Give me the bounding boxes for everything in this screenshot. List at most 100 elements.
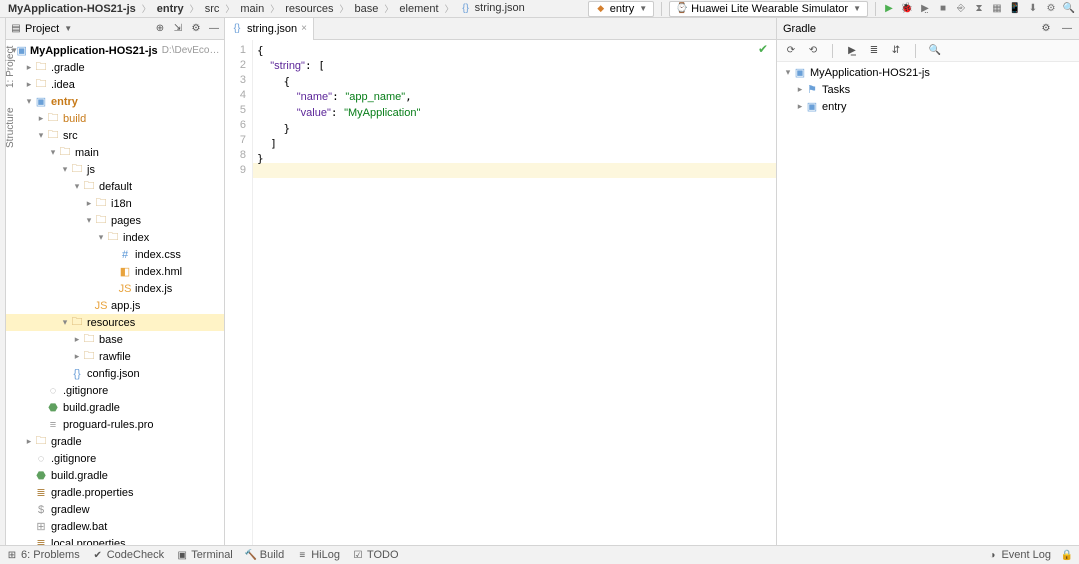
chevron-down-icon[interactable]: ▼ [64,24,72,33]
close-icon[interactable]: × [301,23,307,34]
toggle-offline-icon[interactable]: ⇵ [890,45,902,57]
twisty-icon[interactable]: ▾ [60,317,70,328]
twisty-icon[interactable]: ▸ [72,351,82,362]
tree-node[interactable]: $gradlew [6,501,224,518]
hide-icon[interactable]: — [1061,23,1073,35]
status-item[interactable]: ☑TODO [352,549,399,561]
twisty-icon[interactable]: ▸ [84,198,94,209]
event-log-button[interactable]: ◑ Event Log [986,549,1051,561]
status-item[interactable]: ▣Terminal [176,549,233,561]
breadcrumb-item[interactable]: element [395,2,442,16]
twisty-icon[interactable]: ▸ [72,334,82,345]
tree-node[interactable]: JSapp.js [6,297,224,314]
side-tab-structure[interactable]: Structure [5,107,16,148]
lock-icon[interactable]: 🔒 [1061,549,1073,561]
twisty-icon[interactable]: ▾ [60,164,70,175]
hide-icon[interactable]: — [208,23,220,35]
tree-node[interactable]: JSindex.js [6,280,224,297]
twisty-icon[interactable]: ▾ [48,147,58,158]
breadcrumb[interactable]: MyApplication-HOS21-js〉entry〉src〉main〉re… [4,1,529,16]
status-item[interactable]: ⊞6: Problems [6,549,80,561]
tree-node[interactable]: ▾🗀js [6,161,224,178]
profiler-icon[interactable]: ⧗ [973,3,985,15]
tree-node[interactable]: ◧index.hml [6,263,224,280]
tree-node[interactable]: ▸▣entry [777,98,1079,115]
tree-node[interactable]: ▸🗀.idea [6,76,224,93]
tree-node[interactable]: #index.css [6,246,224,263]
tree-node[interactable]: ≣local.properties [6,535,224,545]
tree-node[interactable]: ▸🗀rawfile [6,348,224,365]
tree-node[interactable]: ▾🗀index [6,229,224,246]
tree-node[interactable]: ▸🗀build [6,110,224,127]
tree-node[interactable]: {}config.json [6,365,224,382]
twisty-icon[interactable]: ▾ [24,96,34,107]
coverage-run-icon[interactable]: ▶̤ [919,3,931,15]
select-opened-icon[interactable]: ⊕ [154,23,166,35]
tree-node[interactable]: ▾🗀resources [6,314,224,331]
left-tool-stripe[interactable]: 1: Project Structure [0,18,6,545]
tree-node[interactable]: ◌.gitignore [6,382,224,399]
twisty-icon[interactable]: ▾ [36,130,46,141]
tree-node[interactable]: ▸⚑Tasks [777,81,1079,98]
tree-node[interactable]: ▾▣MyApplication-HOS21-jsD:\DevEcoStudio\… [6,42,224,59]
sync-icon[interactable]: ⟳ [785,45,797,57]
tree-node[interactable]: ▾🗀default [6,178,224,195]
run-config-selector[interactable]: ◆ entry ▼ [588,1,654,17]
tree-node[interactable]: ▾▣entry [6,93,224,110]
tree-node[interactable]: ⊞gradlew.bat [6,518,224,535]
attach-icon[interactable]: ⎆ [955,3,967,15]
refresh-icon[interactable]: ⟲ [807,45,819,57]
search-icon[interactable]: 🔍 [1063,3,1075,15]
sdk-icon[interactable]: ⬇ [1027,3,1039,15]
project-tree[interactable]: ▾▣MyApplication-HOS21-jsD:\DevEcoStudio\… [6,40,224,545]
settings-icon[interactable]: ⚙ [1045,3,1057,15]
tree-node[interactable]: ▸🗀gradle [6,433,224,450]
tree-node[interactable]: ⬣build.gradle [6,399,224,416]
tree-node[interactable]: ▸🗀.gradle [6,59,224,76]
tree-node[interactable]: ≡proguard-rules.pro [6,416,224,433]
twisty-icon[interactable]: ▾ [84,215,94,226]
status-item[interactable]: ≡HiLog [296,549,340,561]
layout-inspector-icon[interactable]: ▦ [991,3,1003,15]
avd-icon[interactable]: 📱 [1009,3,1021,15]
gradle-file-icon[interactable]: ≣ [868,45,880,57]
editor-tab-string-json[interactable]: {} string.json × [225,18,314,40]
twisty-icon[interactable]: ▾ [72,181,82,192]
twisty-icon[interactable]: ▸ [24,79,34,90]
twisty-icon[interactable]: ▸ [795,101,805,112]
tree-node[interactable]: ≣gradle.properties [6,484,224,501]
project-header-label[interactable]: Project [25,23,59,35]
gear-icon[interactable]: ⚙ [1040,23,1052,35]
tree-node[interactable]: ⬣build.gradle [6,467,224,484]
gear-icon[interactable]: ⚙ [190,23,202,35]
execute-icon[interactable]: ▶̲ [846,45,858,57]
twisty-icon[interactable]: ▸ [36,113,46,124]
status-item[interactable]: ✔CodeCheck [92,549,164,561]
tree-node[interactable]: ▾🗀src [6,127,224,144]
twisty-icon[interactable]: ▾ [783,67,793,78]
tree-node[interactable]: ▸🗀i18n [6,195,224,212]
tree-node[interactable]: ▾🗀pages [6,212,224,229]
twisty-icon[interactable]: ▸ [24,436,34,447]
twisty-icon[interactable]: ▾ [96,232,106,243]
code-content[interactable]: { "string": [ { "name": "app_name", "val… [253,40,776,545]
breadcrumb-item[interactable]: resources [281,2,337,16]
code-editor[interactable]: ✔ 123456789 { "string": [ { "name": "app… [225,40,776,545]
side-tab-project[interactable]: 1: Project [5,46,16,88]
tree-node[interactable]: ◌.gitignore [6,450,224,467]
breadcrumb-item[interactable]: entry [153,2,188,16]
device-selector[interactable]: ⌚ Huawei Lite Wearable Simulator ▼ [669,1,868,17]
inspection-ok-icon[interactable]: ✔ [758,42,768,56]
twisty-icon[interactable]: ▸ [24,62,34,73]
twisty-icon[interactable]: ▸ [795,84,805,95]
status-item[interactable]: 🔨Build [245,549,284,561]
tree-node[interactable]: ▾▣MyApplication-HOS21-js [777,64,1079,81]
search-actions-icon[interactable]: 🔍 [929,45,941,57]
run-icon[interactable]: ▶ [883,3,895,15]
tree-node[interactable]: ▸🗀base [6,331,224,348]
gradle-tree[interactable]: ▾▣MyApplication-HOS21-js▸⚑Tasks▸▣entry [777,62,1079,545]
debug-icon[interactable]: 🐞 [901,3,913,15]
expand-icon[interactable]: ⇲ [172,23,184,35]
breadcrumb-item[interactable]: MyApplication-HOS21-js [4,2,140,16]
tree-node[interactable]: ▾🗀main [6,144,224,161]
